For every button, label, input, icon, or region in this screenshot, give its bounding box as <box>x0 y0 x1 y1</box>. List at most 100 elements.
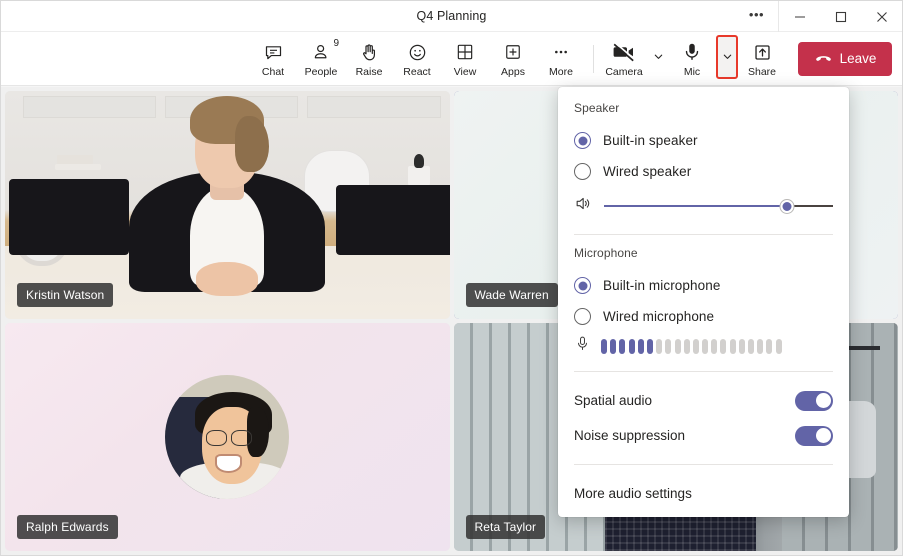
toolbar-label-view: View <box>454 66 477 78</box>
mic-level-bar <box>766 339 772 354</box>
toggle-label: Noise suppression <box>574 428 685 443</box>
minimize-icon <box>794 11 806 23</box>
toolbar-button-mic[interactable]: Mic <box>668 35 716 83</box>
react-smiley-icon <box>407 39 428 65</box>
participant-name-chip: Ralph Edwards <box>17 515 118 539</box>
spatial-audio-toggle[interactable] <box>795 391 833 411</box>
window-minimize-button[interactable] <box>779 1 820 32</box>
mic-level-bar <box>647 339 653 354</box>
mic-level-bar <box>629 339 635 354</box>
radio-label: Built-in microphone <box>603 278 720 293</box>
toolbar-button-share[interactable]: Share <box>738 35 786 83</box>
camera-off-icon <box>612 39 636 65</box>
people-icon <box>311 39 332 65</box>
microphone-section: Microphone Built-in microphone Wired mic… <box>558 246 849 360</box>
toggle-row-spatial-audio[interactable]: Spatial audio <box>574 383 833 418</box>
toolbar-button-more[interactable]: More <box>537 35 585 83</box>
mic-level-bar <box>619 339 625 354</box>
mic-control-group: Mic <box>668 35 738 83</box>
window-maximize-button[interactable] <box>820 1 861 32</box>
mic-level-meter-row <box>574 332 833 360</box>
radio-wired-speaker[interactable]: Wired speaker <box>574 156 833 187</box>
share-up-arrow-icon <box>752 39 773 65</box>
toolbar-button-raise[interactable]: Raise <box>345 35 393 83</box>
radio-wired-microphone[interactable]: Wired microphone <box>574 301 833 332</box>
mic-level-bar <box>638 339 644 354</box>
audio-settings-dropdown: Speaker Built-in speaker Wired speaker <box>558 87 849 517</box>
panel-divider <box>574 371 833 372</box>
mic-options-chevron[interactable] <box>716 35 738 79</box>
window-more-button[interactable]: ••• <box>735 1 779 32</box>
toolbar-button-camera[interactable]: Camera <box>600 35 648 83</box>
leave-button-label: Leave <box>840 51 877 66</box>
radio-icon <box>574 308 591 325</box>
radio-built-in-speaker[interactable]: Built-in speaker <box>574 125 833 156</box>
leave-button[interactable]: Leave <box>798 42 892 76</box>
participant-figure <box>127 102 327 292</box>
toolbar-label-more: More <box>549 66 573 78</box>
window-close-button[interactable] <box>861 1 902 32</box>
microphone-section-title: Microphone <box>574 246 833 260</box>
mic-level-bar <box>610 339 616 354</box>
radio-icon <box>574 163 591 180</box>
volume-slider[interactable] <box>604 199 833 213</box>
mic-level-bar <box>739 339 745 354</box>
mic-level-bar <box>684 339 690 354</box>
mic-level-meter <box>601 339 833 354</box>
mic-level-bar <box>720 339 726 354</box>
toolbar-divider <box>593 45 594 73</box>
radio-icon <box>574 132 591 149</box>
slider-thumb[interactable] <box>781 200 794 213</box>
participant-name-chip: Kristin Watson <box>17 283 113 307</box>
toolbar-button-chat[interactable]: Chat <box>249 35 297 83</box>
more-ellipsis-icon: ••• <box>749 8 764 21</box>
toggle-label: Spatial audio <box>574 393 652 408</box>
chat-icon <box>263 39 284 65</box>
mic-level-bar <box>711 339 717 354</box>
toolbar-label-apps: Apps <box>501 66 525 78</box>
raise-hand-icon <box>359 39 380 65</box>
window-controls: ••• <box>735 1 902 32</box>
noise-suppression-toggle[interactable] <box>795 426 833 446</box>
toolbar-label-people: People <box>305 66 338 78</box>
video-tile-ralph[interactable]: Ralph Edwards <box>5 323 450 551</box>
microphone-icon <box>574 335 591 357</box>
more-ellipsis-icon <box>551 39 571 65</box>
audio-toggles-section: Spatial audio Noise suppression <box>558 383 849 453</box>
toolbar-label-react: React <box>403 66 430 78</box>
avatar <box>165 375 289 499</box>
toolbar-button-view[interactable]: View <box>441 35 489 83</box>
seat-decor <box>336 185 450 255</box>
people-count-badge: 9 <box>333 39 339 49</box>
mic-level-bar <box>675 339 681 354</box>
speaker-section: Speaker Built-in speaker Wired speaker <box>558 101 849 223</box>
radio-built-in-microphone[interactable]: Built-in microphone <box>574 270 833 301</box>
wall-panel-decor <box>307 96 440 119</box>
camera-options-chevron[interactable] <box>648 35 668 79</box>
mic-level-bar <box>665 339 671 354</box>
panel-divider <box>574 234 833 235</box>
toolbar-button-react[interactable]: React <box>393 35 441 83</box>
meeting-toolbar: Chat 9 People Raise <box>1 32 902 86</box>
radio-label: Built-in speaker <box>603 133 698 148</box>
view-grid-icon <box>455 39 475 65</box>
seat-decor <box>9 179 129 255</box>
side-table-decor <box>55 164 101 170</box>
toolbar-label-raise: Raise <box>356 66 383 78</box>
camera-control-group: Camera <box>600 35 668 83</box>
hang-up-icon <box>814 49 833 68</box>
title-bar: Q4 Planning ••• <box>1 1 902 32</box>
video-tile-kristin[interactable]: Kristin Watson <box>5 91 450 319</box>
books-decor <box>57 155 93 164</box>
slider-fill <box>604 205 787 207</box>
toolbar-button-people[interactable]: 9 People <box>297 35 345 83</box>
speaker-volume-icon <box>574 194 593 218</box>
radio-icon <box>574 277 591 294</box>
radio-label: Wired microphone <box>603 309 714 324</box>
more-audio-settings-link[interactable]: More audio settings <box>558 476 849 517</box>
toggle-row-noise-suppression[interactable]: Noise suppression <box>574 418 833 453</box>
mic-level-bar <box>693 339 699 354</box>
apps-plus-icon <box>503 39 523 65</box>
toolbar-button-apps[interactable]: Apps <box>489 35 537 83</box>
toolbar-label-chat: Chat <box>262 66 284 78</box>
